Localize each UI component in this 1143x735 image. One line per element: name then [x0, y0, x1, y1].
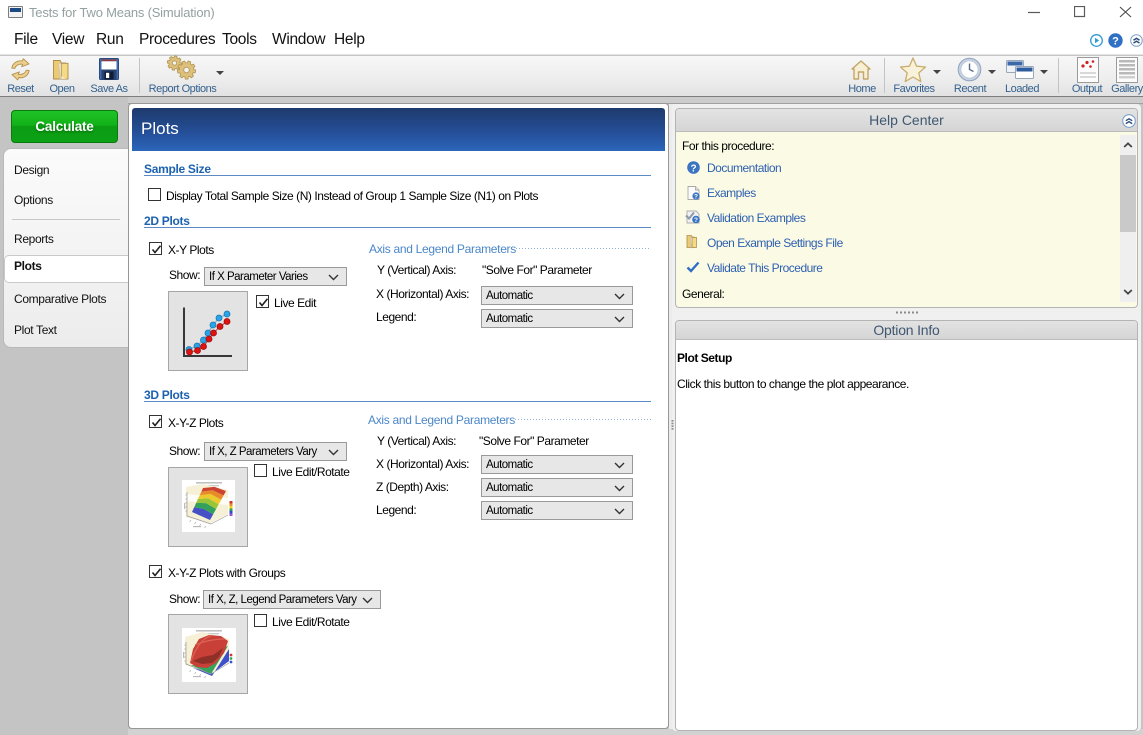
svg-text:?: ? — [694, 193, 698, 200]
svg-text:?: ? — [690, 163, 696, 174]
svg-text:?: ? — [694, 217, 698, 224]
svg-text:?: ? — [1112, 35, 1119, 47]
